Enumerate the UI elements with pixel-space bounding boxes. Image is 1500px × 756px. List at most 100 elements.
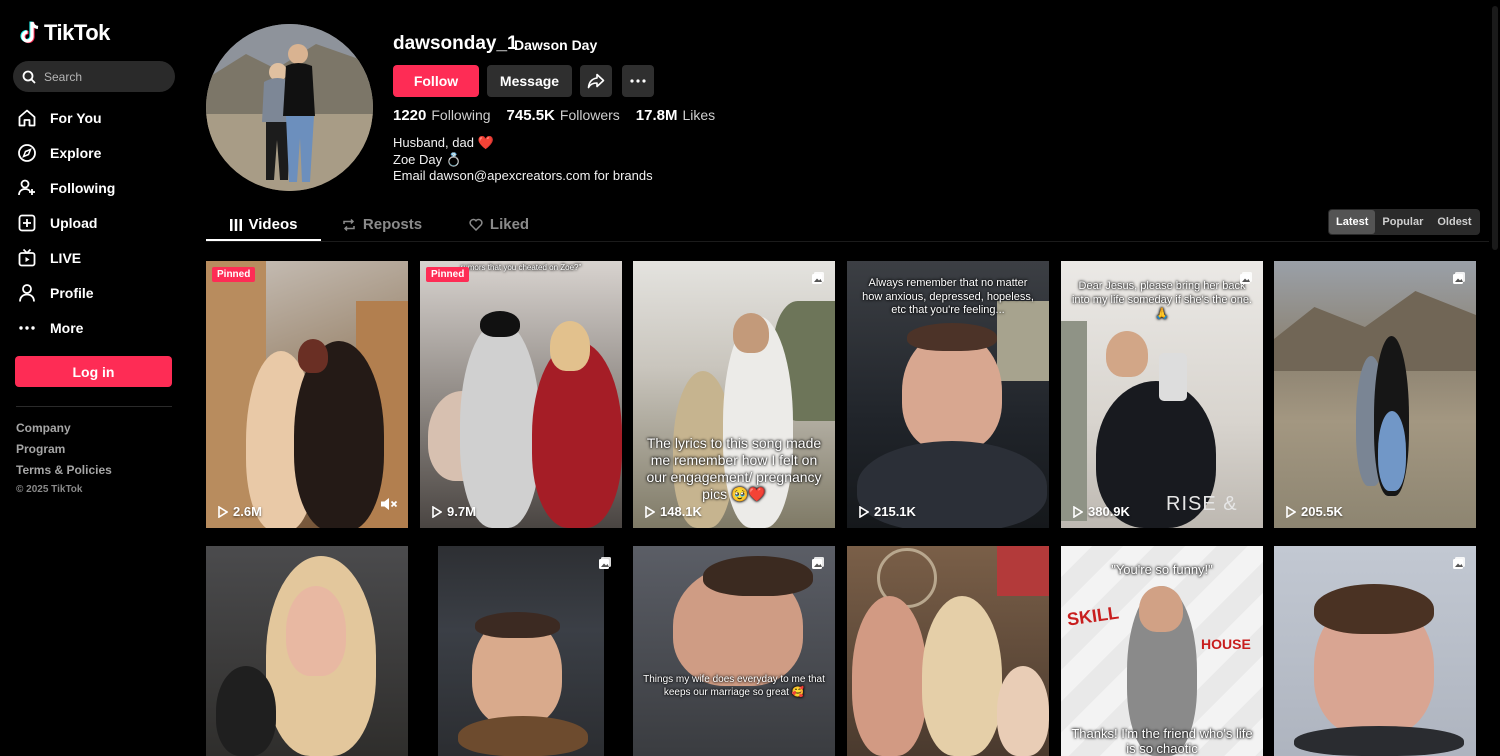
pinned-badge: Pinned	[426, 267, 470, 282]
play-icon	[218, 505, 228, 518]
tiktok-logo[interactable]: TikTok	[18, 20, 110, 46]
photo-carousel-icon	[1452, 556, 1466, 575]
home-icon	[16, 107, 38, 129]
video-tile[interactable]: Dear Jesus, please bring her back into m…	[1061, 261, 1263, 528]
tab-reposts[interactable]: Reposts	[321, 207, 443, 242]
nav-for-you[interactable]: For You	[16, 100, 176, 135]
footer-link-terms[interactable]: Terms & Policies	[16, 462, 112, 483]
share-button[interactable]	[580, 65, 612, 97]
video-tile[interactable]	[420, 546, 622, 756]
user-plus-icon	[16, 177, 38, 199]
nav-upload[interactable]: Upload	[16, 205, 176, 240]
video-caption: Dear Jesus, please bring her back into m…	[1071, 280, 1253, 320]
profile-nickname: Dawson Day	[514, 37, 598, 53]
scrollbar-thumb[interactable]	[1492, 6, 1498, 250]
bio-line: Zoe Day 💍	[393, 151, 462, 167]
play-icon	[432, 505, 442, 518]
person-icon	[16, 282, 38, 304]
search-box[interactable]	[13, 61, 175, 92]
nav-more[interactable]: More	[16, 310, 176, 345]
play-icon	[1286, 505, 1296, 518]
photo-carousel-icon	[1239, 271, 1253, 290]
nav-label: Upload	[50, 214, 98, 231]
heart-lock-icon	[469, 218, 483, 231]
video-tile[interactable]: The lyrics to this song made me remember…	[633, 261, 835, 528]
video-tile[interactable]: Always remember that no matter how anxio…	[847, 261, 1049, 528]
profile-tabs: Videos Reposts Liked	[206, 207, 555, 242]
compass-icon	[16, 142, 38, 164]
stat-likes: 17.8M Likes	[636, 107, 715, 125]
video-caption: Things my wife does everyday to me that …	[643, 674, 825, 698]
sort-latest[interactable]: Latest	[1329, 210, 1376, 234]
sort-toggle: Latest Popular Oldest	[1328, 209, 1480, 235]
view-count: 9.7M	[432, 504, 476, 519]
stat-followers[interactable]: 745.5K Followers	[507, 107, 620, 125]
footer-link-program[interactable]: Program	[16, 441, 112, 462]
view-count: 215.1K	[859, 504, 916, 519]
video-caption-secondary: Thanks! I'm the friend who's life is so …	[1071, 726, 1253, 756]
video-tile[interactable]: Pinned 2.6M	[206, 261, 408, 528]
view-count-value: 148.1K	[660, 504, 702, 519]
profile-bio: Husband, dad ❤️ Zoe Day 💍 Email dawson@a…	[393, 135, 653, 185]
video-tile[interactable]	[847, 546, 1049, 756]
sort-oldest[interactable]: Oldest	[1430, 210, 1478, 234]
login-button[interactable]: Log in	[15, 356, 172, 387]
muted-icon[interactable]	[380, 497, 398, 516]
video-caption: The lyrics to this song made me remember…	[646, 435, 822, 502]
tab-label: Liked	[489, 216, 530, 233]
video-tile[interactable]: 205.5K	[1274, 261, 1476, 528]
follow-button[interactable]: Follow	[393, 65, 479, 97]
avatar-photo	[206, 24, 373, 191]
message-button[interactable]: Message	[487, 65, 572, 97]
page-scrollbar[interactable]	[1490, 0, 1500, 756]
tab-liked[interactable]: Liked	[443, 207, 555, 242]
pinned-badge: Pinned	[212, 267, 256, 282]
sidebar-divider	[16, 406, 172, 407]
upload-icon	[16, 212, 38, 234]
video-tile[interactable]: SKILL HOUSE "You're so funny!" Thanks! I…	[1061, 546, 1263, 756]
footer-link-company[interactable]: Company	[16, 420, 112, 441]
tabs-divider	[206, 241, 1489, 242]
profile-stats: 1220 Following 745.5K Followers 17.8M Likes	[393, 107, 715, 125]
video-caption: Always remember that no matter how anxio…	[862, 277, 1034, 316]
following-count: 1220	[393, 107, 427, 124]
nav-explore[interactable]: Explore	[16, 135, 176, 170]
tab-label: Videos	[248, 216, 298, 233]
share-icon	[587, 73, 605, 89]
bio-line: Husband, dad ❤️	[393, 135, 494, 150]
more-options-button[interactable]	[622, 65, 654, 97]
view-count-value: 380.9K	[1088, 504, 1130, 519]
sort-popular[interactable]: Popular	[1375, 210, 1430, 234]
tab-videos[interactable]: Videos	[206, 207, 321, 242]
photo-carousel-icon	[811, 271, 825, 290]
video-overlay-text: RISE &	[1166, 493, 1238, 515]
repost-icon	[343, 218, 355, 231]
brand-name: TikTok	[44, 20, 110, 45]
video-tile[interactable]	[206, 546, 408, 756]
search-icon	[22, 70, 36, 84]
video-tile[interactable]: Things my wife does everyday to me that …	[633, 546, 835, 756]
live-tv-icon	[16, 247, 38, 269]
play-icon	[1073, 505, 1083, 518]
more-dots-icon	[16, 317, 38, 339]
view-count: 2.6M	[218, 504, 262, 519]
profile-username: dawsonday_1	[393, 33, 518, 54]
play-icon	[859, 505, 869, 518]
video-tile[interactable]	[1274, 546, 1476, 756]
followers-label: Followers	[559, 107, 620, 123]
photo-carousel-icon	[811, 556, 825, 575]
view-count-value: 205.5K	[1301, 504, 1343, 519]
video-tile[interactable]: rumors that you cheated on Zoe?" Pinned …	[420, 261, 622, 528]
search-input[interactable]	[44, 69, 164, 84]
photo-carousel-icon	[598, 556, 612, 575]
nav-profile[interactable]: Profile	[16, 275, 176, 310]
stat-following[interactable]: 1220 Following	[393, 107, 491, 125]
view-count: 380.9K	[1073, 504, 1130, 519]
sidebar-footer: Company Program Terms & Policies © 2025 …	[16, 420, 112, 495]
profile-avatar[interactable]	[206, 24, 373, 191]
nav-following[interactable]: Following	[16, 170, 176, 205]
following-label: Following	[431, 107, 491, 123]
nav-label: Following	[50, 179, 116, 196]
sidebar: TikTok For You Explore Following Upload …	[0, 0, 190, 756]
nav-live[interactable]: LIVE	[16, 240, 176, 275]
